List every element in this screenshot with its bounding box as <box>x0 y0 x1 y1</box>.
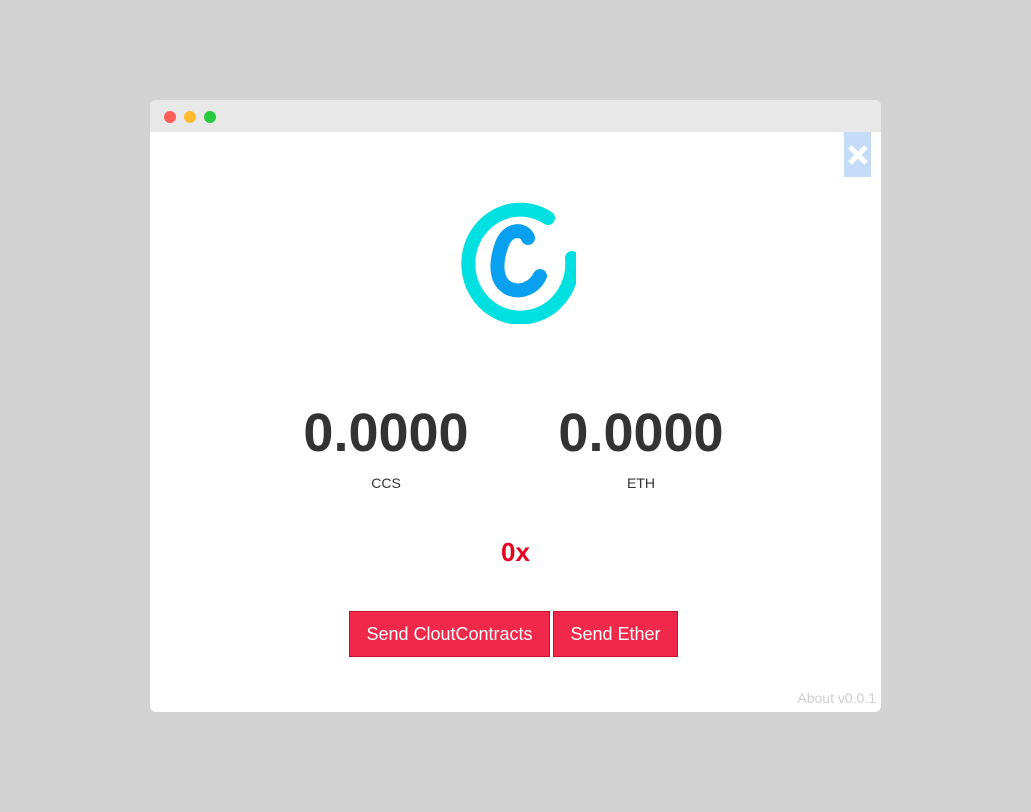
ccs-amount: 0.0000 <box>303 403 469 463</box>
eth-balance: 0.0000 ETH <box>531 402 751 492</box>
ccs-balance: 0.0000 CCS <box>276 402 496 492</box>
window-zoom-control[interactable] <box>204 111 216 123</box>
wallet-address: 0x <box>501 537 530 567</box>
send-cloutcontracts-button[interactable]: Send CloutContracts <box>349 611 550 657</box>
app-window: 0.0000 CCS 0.0000 ETH 0x Send CloutContr… <box>150 100 881 712</box>
cloutcontracts-logo <box>461 202 576 324</box>
eth-amount: 0.0000 <box>558 403 724 463</box>
window-minimize-control[interactable] <box>184 111 196 123</box>
close-button[interactable] <box>844 132 871 177</box>
about-link[interactable]: About v0.0.1 <box>797 690 876 706</box>
eth-unit-label: ETH <box>627 475 655 491</box>
window-close-control[interactable] <box>164 111 176 123</box>
title-bar <box>150 100 881 132</box>
ccs-unit-label: CCS <box>371 475 401 491</box>
close-icon <box>847 144 868 165</box>
send-ether-button[interactable]: Send Ether <box>553 611 678 657</box>
